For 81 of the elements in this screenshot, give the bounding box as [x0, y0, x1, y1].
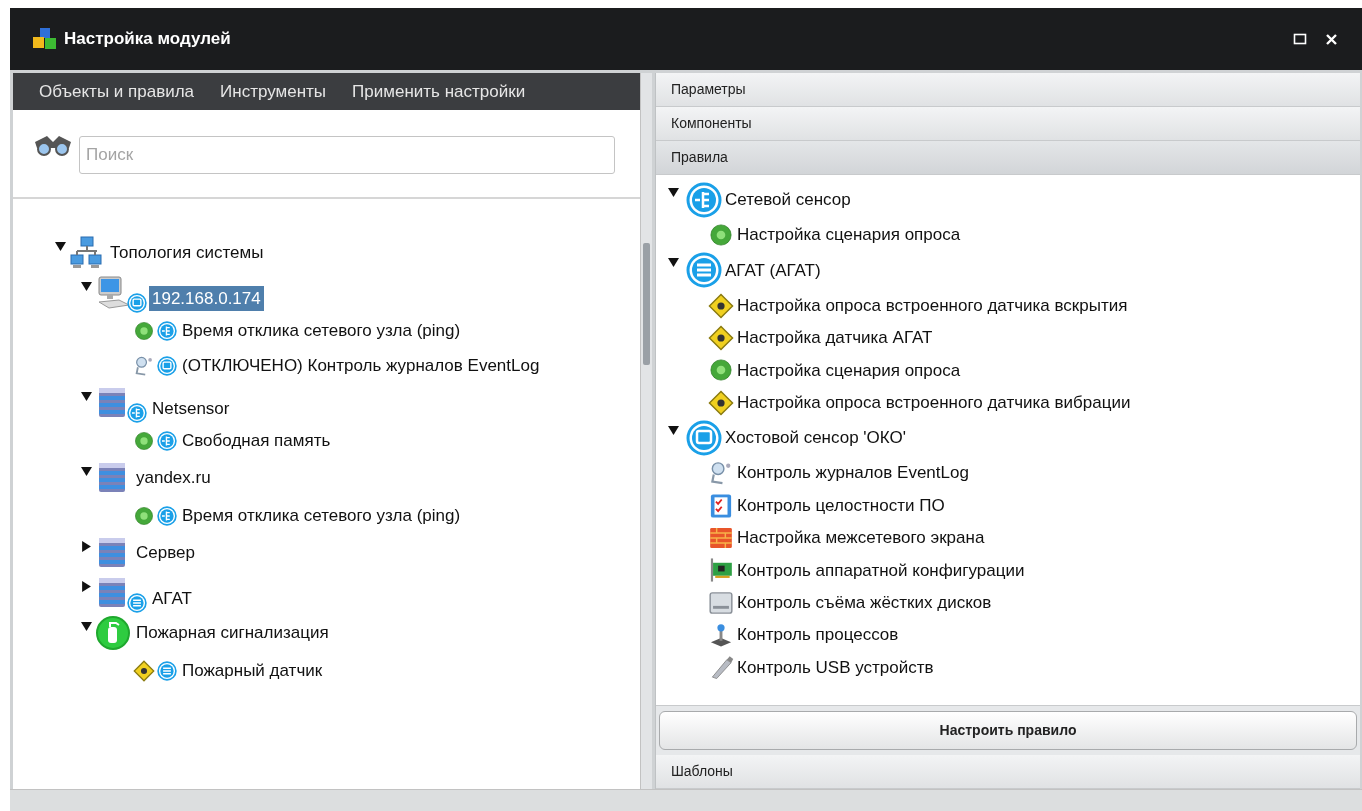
tree-item[interactable]: Топология системы — [107, 240, 267, 266]
status-icon — [133, 504, 155, 527]
network-icon — [69, 235, 105, 271]
configure-rule-button[interactable]: Настроить правило — [659, 711, 1357, 750]
close-icon[interactable] — [1325, 32, 1338, 46]
tree-item[interactable]: Хостовой сенсор 'ОКО' — [724, 425, 907, 451]
caret-icon[interactable] — [668, 424, 679, 436]
menu-item[interactable]: Применить настройки — [352, 78, 526, 105]
status-icon — [708, 222, 734, 249]
monitor-circle-icon — [157, 355, 177, 376]
network-circle-icon — [157, 505, 177, 526]
caret-icon[interactable] — [81, 541, 92, 552]
caret-icon[interactable] — [81, 621, 92, 632]
diamond-icon — [708, 324, 734, 351]
caret-icon[interactable] — [668, 187, 679, 198]
status-icon — [133, 429, 155, 452]
tree-item[interactable]: Свободная память — [179, 427, 334, 454]
tree-item[interactable]: Контроль целостности ПО — [736, 492, 946, 519]
accordion-header[interactable]: Шаблоны — [656, 755, 1360, 789]
tree-item[interactable]: Пожарный датчик — [179, 657, 326, 684]
list-circle-icon — [157, 660, 177, 681]
caret-icon[interactable] — [81, 281, 92, 292]
checklist-icon — [708, 492, 734, 519]
binoculars-icon — [33, 134, 73, 156]
diamond-icon — [708, 292, 734, 319]
network-circle-icon — [157, 320, 177, 341]
tree-item[interactable]: Пожарная сигнализация — [133, 620, 332, 646]
tree-item[interactable]: Настройка опроса встроенного датчика вибрации — [736, 390, 1132, 416]
tree-item[interactable]: Настройка опроса встроенного датчика вскрытия — [736, 292, 1129, 319]
tree-item[interactable]: Контроль съёма жёстких дисков — [736, 589, 993, 616]
tree-item[interactable]: Контроль USB устройств — [736, 654, 935, 681]
caret-icon[interactable] — [81, 581, 92, 592]
diamond-icon — [133, 659, 155, 682]
tree-item[interactable]: АГАТ — [149, 585, 195, 611]
search-field[interactable]: Поиск — [79, 136, 615, 174]
caret-icon[interactable] — [668, 257, 679, 269]
accordion-header[interactable]: Правила — [656, 141, 1360, 175]
tree-item[interactable]: (ОТКЛЮЧЕНО) Контроль журналов EventLog — [179, 352, 543, 379]
tree-item[interactable]: Настройка межсетевого экрана — [736, 525, 986, 551]
network-circle-icon — [157, 430, 177, 451]
tree-item[interactable]: Контроль процессов — [736, 622, 900, 648]
network-circle-icon — [686, 182, 722, 218]
monitor-circle-icon — [127, 293, 147, 313]
tree-item[interactable]: Настройка сценария опроса — [736, 357, 962, 384]
accordion-header[interactable]: Компоненты — [656, 107, 1360, 141]
extinguisher-icon — [95, 615, 131, 651]
status-icon — [133, 319, 155, 342]
scrollbar[interactable] — [640, 73, 652, 789]
scrollbar-thumb[interactable] — [643, 243, 650, 365]
tree-item[interactable]: Сервер — [133, 540, 198, 566]
monitor-circle-icon — [686, 419, 722, 456]
tree-item[interactable]: Время отклика сетевого узла (ping) — [179, 502, 464, 529]
tree-item[interactable]: АГАТ (АГАТ) — [724, 257, 822, 284]
cubes-icon — [32, 27, 58, 51]
caret-icon[interactable] — [81, 391, 92, 402]
tree-item[interactable]: Сетевой сенсор — [724, 187, 852, 213]
menu-item[interactable]: Объекты и правила — [39, 78, 195, 105]
diamond-icon — [708, 389, 734, 416]
usb-stick-icon — [708, 654, 734, 681]
menu-item[interactable]: Инструменты — [220, 78, 327, 105]
accordion-header[interactable]: Параметры — [656, 73, 1360, 107]
tree-item[interactable]: Настройка датчика АГАТ — [736, 325, 934, 351]
card-icon — [708, 557, 734, 584]
stethoscope-icon — [133, 354, 155, 377]
tree-item[interactable]: Netsensor — [149, 395, 233, 421]
tree-item[interactable]: Контроль журналов EventLog — [736, 460, 970, 486]
list-circle-icon — [127, 593, 147, 613]
tree-item[interactable]: Контроль аппаратной конфигурации — [736, 557, 1026, 584]
tree-item[interactable]: Настройка сценария опроса — [736, 222, 962, 248]
caret-icon[interactable] — [55, 241, 66, 252]
status-icon — [708, 357, 734, 384]
drive-icon — [708, 589, 734, 616]
computer-icon — [95, 275, 131, 311]
tree-item[interactable]: Время отклика сетевого узла (ping) — [179, 317, 464, 344]
list-circle-icon — [686, 252, 722, 289]
tree-item[interactable]: yandex.ru — [133, 465, 214, 491]
maximize-icon[interactable] — [1293, 32, 1307, 46]
window-title: Настройка модулей — [64, 28, 231, 51]
tree-item[interactable]: 192.168.0.174 — [149, 285, 264, 311]
caret-icon[interactable] — [81, 466, 92, 477]
network-circle-icon — [127, 403, 147, 423]
